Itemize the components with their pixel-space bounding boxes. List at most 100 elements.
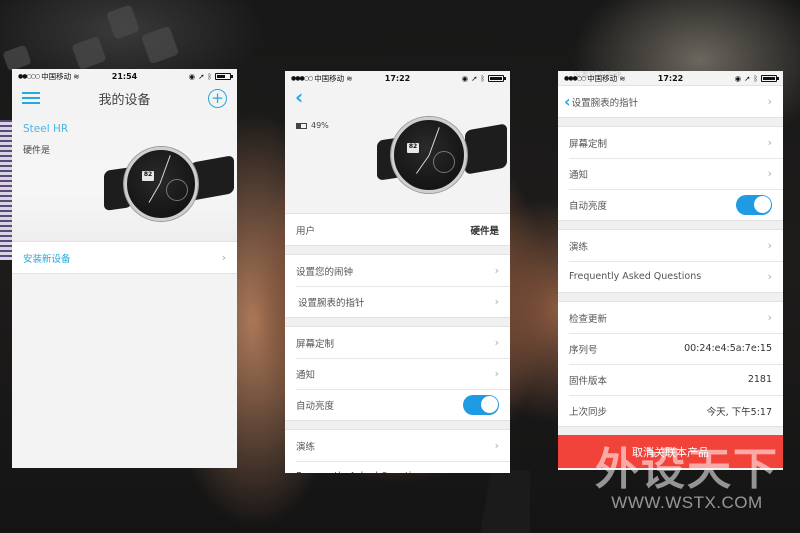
background-keyboard-key <box>71 35 107 71</box>
row-label: Frequently Asked Questions <box>296 471 428 473</box>
site-watermark: 外设天下 WWW.WSTX.COM <box>595 448 779 513</box>
add-device-button[interactable]: + <box>208 88 227 108</box>
chevron-right-icon: › <box>495 470 499 473</box>
chevron-right-icon: › <box>494 264 499 277</box>
screen-customize-row[interactable]: 屏幕定制 › <box>285 327 510 358</box>
last-sync-value: 今天, 下午5:17 <box>706 406 772 418</box>
location-icon: ➚ <box>198 71 205 81</box>
user-row: 用户 硬件是 <box>285 214 510 245</box>
watch-image: 82 <box>104 141 234 231</box>
notifications-row[interactable]: 通知 › <box>558 158 783 189</box>
chevron-right-icon: › <box>767 239 772 252</box>
watch-battery-readout: 49% <box>296 121 329 130</box>
firmware-version-value: 2181 <box>747 374 772 385</box>
auto-brightness-row: 自动亮度 <box>558 189 783 220</box>
navigation-bar: 我的设备 + <box>12 83 237 113</box>
row-label: 检查更新 <box>569 313 608 325</box>
row-label: 用户 <box>296 225 316 237</box>
status-bar: 设置您的闹钟 ●●●○○ 中国移动 ≋ 17:22 ◉ ➚ ᛒ <box>558 71 783 85</box>
wifi-icon: ≋ <box>73 71 80 81</box>
plus-icon: + <box>211 88 224 107</box>
serial-number-value: 00:24:e4:5a:7e:15 <box>684 343 772 354</box>
check-update-row[interactable]: 检查更新 › <box>558 302 783 333</box>
row-label: 屏幕定制 <box>569 138 608 150</box>
alarm-hands-section: 设置您的闹钟 › 设置腕表的指针 › <box>285 254 510 318</box>
chevron-right-icon: › <box>767 136 772 149</box>
carrier-label: 中国移动 <box>41 71 72 81</box>
section-gap <box>558 293 783 301</box>
device-name: Steel HR <box>23 123 69 135</box>
status-time: 17:22 <box>384 73 411 83</box>
firmware-version-row: 固件版本 2181 <box>558 364 783 395</box>
auto-brightness-toggle[interactable] <box>736 194 772 215</box>
phone-screen-device-settings-scrolled: 设置您的闹钟 ●●●○○ 中国移动 ≋ 17:22 ◉ ➚ ᛒ ‹ 设置腕表的指… <box>558 71 783 470</box>
lock-rotation-icon: ◉ <box>461 73 469 83</box>
background-keyboard-key <box>140 25 180 65</box>
chevron-right-icon: › <box>767 270 772 283</box>
watch-battery-icon <box>296 122 307 129</box>
row-value: 硬件是 <box>470 225 499 237</box>
auto-brightness-row: 自动亮度 <box>285 389 510 420</box>
hamburger-menu-icon[interactable] <box>22 92 40 104</box>
bluetooth-icon: ᛒ <box>480 73 486 83</box>
help-section: 演练 › Frequently Asked Questions › <box>558 229 783 293</box>
user-section: 用户 硬件是 <box>285 213 510 246</box>
walkthrough-row[interactable]: 演练 › <box>558 230 783 261</box>
battery-icon <box>488 74 506 82</box>
walkthrough-row[interactable]: 演练 › <box>285 430 510 461</box>
watch-image: 82 <box>377 109 507 205</box>
row-label: 自动亮度 <box>296 400 335 412</box>
install-new-device-row[interactable]: 安装新设备 › <box>12 242 237 273</box>
row-label: 通知 <box>569 169 589 181</box>
back-chevron-icon[interactable]: ‹ <box>564 93 571 110</box>
faq-row[interactable]: Frequently Asked Questions › <box>558 261 783 292</box>
section-gap <box>558 221 783 229</box>
set-watch-hands-row[interactable]: ‹ 设置腕表的指针 › <box>558 86 783 117</box>
notifications-row[interactable]: 通知 › <box>285 358 510 389</box>
section-gap <box>558 427 783 435</box>
chevron-right-icon: › <box>767 95 772 108</box>
screen-customize-row[interactable]: 屏幕定制 › <box>558 127 783 158</box>
chevron-right-icon: › <box>221 251 226 264</box>
chevron-right-icon: › <box>767 167 772 180</box>
faq-row[interactable]: Frequently Asked Questions › <box>285 461 510 473</box>
location-icon: ➚ <box>471 73 478 83</box>
row-label: 自动亮度 <box>569 200 608 212</box>
install-section: 安装新设备 › <box>12 241 237 274</box>
watch-display: 82 <box>142 171 154 181</box>
last-sync-row: 上次同步 今天, 下午5:17 <box>558 395 783 426</box>
navigation-bar: ‹ <box>285 85 510 109</box>
device-card[interactable]: Steel HR 硬件是 82 <box>12 113 237 241</box>
row-label: Frequently Asked Questions <box>569 271 702 282</box>
bluetooth-icon: ᛒ <box>207 71 213 81</box>
signal-strength-icon: ●●○○○ <box>18 72 40 80</box>
chevron-right-icon: › <box>494 295 499 308</box>
auto-brightness-toggle[interactable] <box>463 394 499 415</box>
row-label: 固件版本 <box>569 375 608 387</box>
status-bar: ●●●○○ 中国移动 ≋ 17:22 ◉ ➚ ᛒ <box>285 71 510 85</box>
section-gap <box>558 118 783 126</box>
section-gap <box>285 318 510 326</box>
row-label: 通知 <box>296 369 316 381</box>
back-chevron-icon[interactable]: ‹ <box>295 87 303 107</box>
set-watch-hands-row[interactable]: 设置腕表的指针 › <box>285 286 510 317</box>
background-keyboard-key <box>2 44 32 72</box>
status-bar: ●●○○○ 中国移动 ≋ 21:54 ◉ ➚ ᛒ <box>12 69 237 83</box>
row-label: 设置您的闹钟 <box>296 266 354 278</box>
device-owner: 硬件是 <box>23 146 51 156</box>
display-section: 屏幕定制 › 通知 › 自动亮度 <box>558 126 783 221</box>
watermark-url: WWW.WSTX.COM <box>611 493 763 512</box>
status-time: 17:22 <box>657 73 684 83</box>
row-label: 上次同步 <box>569 406 608 418</box>
signal-strength-icon: ●●●○○ <box>291 74 313 82</box>
device-info-section: 检查更新 › 序列号 00:24:e4:5a:7e:15 固件版本 2181 上… <box>558 301 783 427</box>
phone-screen-device-settings: ●●●○○ 中国移动 ≋ 17:22 ◉ ➚ ᛒ ‹ 49% 82 用户 硬件是… <box>285 71 510 473</box>
set-alarm-row[interactable]: 设置您的闹钟 › <box>285 255 510 286</box>
location-icon: ➚ <box>744 73 751 83</box>
bluetooth-icon: ᛒ <box>753 73 759 83</box>
chevron-right-icon: › <box>494 367 499 380</box>
row-label: 演练 <box>296 441 316 453</box>
serial-number-row: 序列号 00:24:e4:5a:7e:15 <box>558 333 783 364</box>
watermark-chinese: 外设天下 <box>595 444 779 495</box>
background-watch-strap <box>470 470 530 533</box>
